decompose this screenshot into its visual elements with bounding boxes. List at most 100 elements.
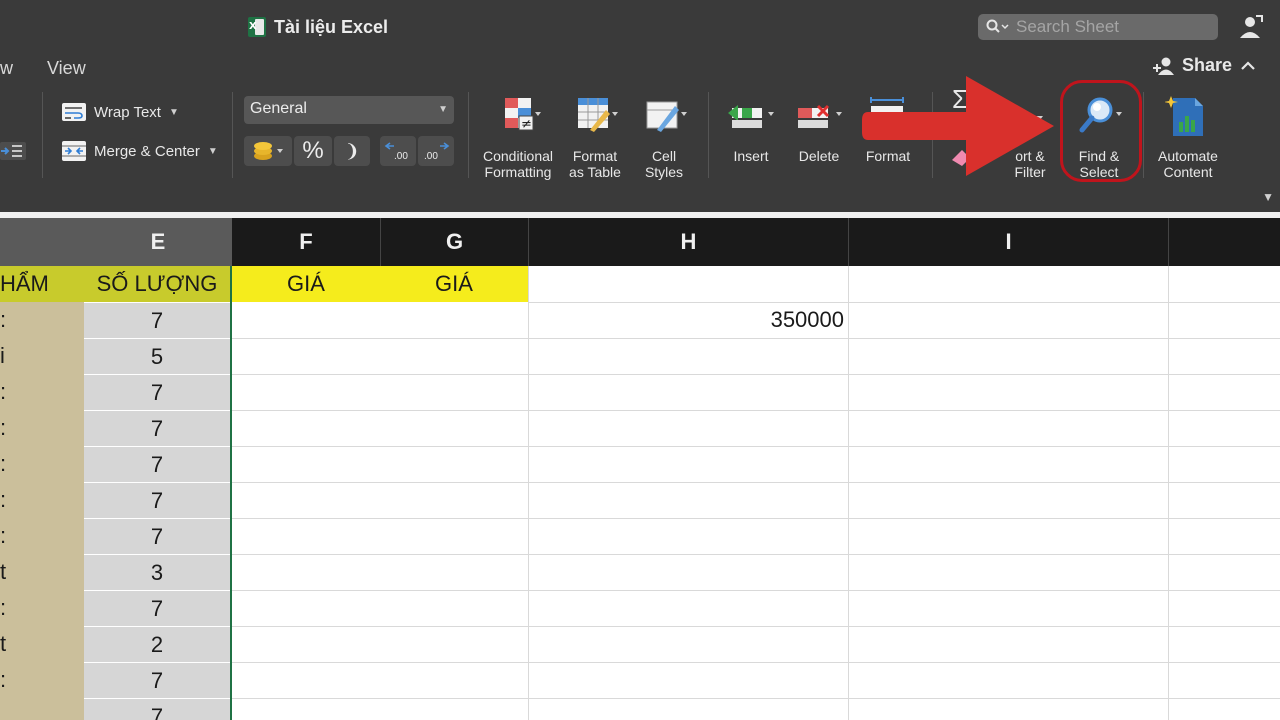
merge-center-button[interactable]: Merge & Center ▼ xyxy=(62,140,218,162)
number-format-select[interactable]: General ▼ xyxy=(244,96,454,124)
wrap-text-icon xyxy=(62,103,86,121)
row-gridline xyxy=(232,698,1280,699)
column-header-i[interactable]: I xyxy=(848,218,1168,266)
cell-d-partial[interactable]: : xyxy=(0,662,84,698)
search-sheet-box[interactable] xyxy=(978,14,1218,40)
tab-review[interactable]: w xyxy=(0,58,13,79)
cell-e-quantity[interactable]: 7 xyxy=(84,482,230,518)
find-select-highlight xyxy=(1060,80,1142,182)
cell-e-quantity-text: 7 xyxy=(150,523,164,549)
cell-styles-line2: Styles xyxy=(644,164,684,180)
cell-d-partial[interactable]: : xyxy=(0,482,84,518)
cell-e-quantity-text: 7 xyxy=(150,595,164,621)
column-header-j[interactable] xyxy=(1168,218,1280,266)
expand-formula-bar-icon[interactable]: ▼ xyxy=(1262,190,1274,204)
indent-icon[interactable] xyxy=(0,140,26,162)
chevron-up-icon[interactable] xyxy=(1240,58,1256,74)
cell-e-quantity[interactable]: 7 xyxy=(84,374,230,410)
conditional-formatting-line2: Formatting xyxy=(484,164,552,180)
cell-d-partial-text: : xyxy=(0,487,7,512)
row-gridline xyxy=(232,518,1280,519)
increase-decimal-icon: .00 xyxy=(384,142,408,162)
cell-e-header[interactable]: SỐ LƯỢNG xyxy=(84,266,230,302)
cell-e-quantity-text: 7 xyxy=(150,703,164,720)
row-gridline xyxy=(232,338,1280,339)
cell-d-partial[interactable]: : xyxy=(0,302,84,338)
cell-e-quantity[interactable]: 7 xyxy=(84,662,230,698)
cell-d-partial[interactable]: : xyxy=(0,518,84,554)
cell-e-quantity[interactable]: 3 xyxy=(84,554,230,590)
cell-e-quantity-text: 7 xyxy=(150,451,164,477)
column-header-e[interactable]: E xyxy=(84,218,232,266)
cell-d-partial[interactable]: : xyxy=(0,446,84,482)
ribbon-divider xyxy=(468,92,469,178)
insert-label: Insert xyxy=(733,148,769,164)
cell-e-quantity[interactable]: 7 xyxy=(84,590,230,626)
cell-d-partial-text: : xyxy=(0,379,7,404)
comma-style-button[interactable]: ❩ xyxy=(334,136,370,166)
insert-cells-icon xyxy=(728,105,774,128)
conditional-formatting-button[interactable]: ≠ Conditional Formatting xyxy=(480,96,556,180)
column-header-f[interactable]: F xyxy=(232,218,380,266)
row-gridline xyxy=(232,374,1280,375)
cell-d-partial[interactable]: i xyxy=(0,338,84,374)
row-gridline xyxy=(232,410,1280,411)
column-gridline xyxy=(528,266,529,720)
cell-d-partial[interactable]: t xyxy=(0,626,84,662)
wrap-text-dropdown-icon: ▼ xyxy=(168,106,179,118)
share-button[interactable]: Share xyxy=(1152,55,1232,76)
increase-decimal-button[interactable]: .00 xyxy=(380,136,416,166)
column-gridline xyxy=(1168,266,1169,720)
cell-e-quantity[interactable]: 7 xyxy=(84,698,230,720)
number-format-dropdown-icon: ▼ xyxy=(438,104,448,115)
cell-d-partial-text: : xyxy=(0,451,7,476)
cell-e-quantity[interactable]: 7 xyxy=(84,410,230,446)
cell-e-quantity[interactable]: 7 xyxy=(84,518,230,554)
format-as-table-button[interactable]: Format as Table xyxy=(562,96,628,180)
percent-style-button[interactable]: % xyxy=(294,136,332,166)
cell-d-partial[interactable]: : xyxy=(0,374,84,410)
cell-d-partial[interactable]: t xyxy=(0,554,84,590)
accounting-format-button[interactable] xyxy=(244,136,292,166)
cell-e-quantity[interactable]: 7 xyxy=(84,302,230,338)
column-header-d[interactable] xyxy=(0,218,84,266)
cell-h-value[interactable]: 350000 xyxy=(530,302,844,338)
cell-e-quantity[interactable]: 5 xyxy=(84,338,230,374)
cell-d-header[interactable]: HẨM xyxy=(0,266,84,302)
format-as-table-line1: Format xyxy=(572,148,618,164)
column-header-g[interactable]: G xyxy=(380,218,528,266)
tab-view[interactable]: View xyxy=(47,58,86,79)
document-title: X Tài liệu Excel xyxy=(248,15,388,39)
cell-g-header-text: GIÁ xyxy=(435,271,473,296)
row-gridline xyxy=(232,590,1280,591)
cell-d-partial-text: : xyxy=(0,595,7,620)
search-sheet-input[interactable] xyxy=(1016,17,1216,37)
column-header-h[interactable]: H xyxy=(528,218,848,266)
conditional-formatting-line1: Conditional xyxy=(482,148,554,164)
cell-e-quantity[interactable]: 7 xyxy=(84,446,230,482)
cell-f-header[interactable]: GIÁ xyxy=(232,266,380,302)
formula-bar[interactable]: ▼ xyxy=(0,184,1280,212)
insert-cells-button[interactable]: Insert xyxy=(722,96,780,164)
cell-e-quantity-text: 2 xyxy=(150,631,164,657)
automate-content-button[interactable]: Automate Content xyxy=(1152,96,1224,180)
cell-styles-button[interactable]: Cell Styles xyxy=(634,96,694,180)
cell-d-partial[interactable]: : xyxy=(0,410,84,446)
cell-g-header[interactable]: GIÁ xyxy=(380,266,528,302)
search-icon xyxy=(986,19,1009,33)
document-title-text: Tài liệu Excel xyxy=(274,16,389,37)
cell-e-header-text: SỐ LƯỢNG xyxy=(96,271,218,296)
row-gridline xyxy=(232,626,1280,627)
cell-d-partial[interactable] xyxy=(0,698,84,720)
cell-e-quantity[interactable]: 2 xyxy=(84,626,230,662)
row-gridline xyxy=(232,662,1280,663)
cell-e-quantity-text: 5 xyxy=(150,343,164,369)
wrap-text-button[interactable]: Wrap Text ▼ xyxy=(62,102,179,122)
cell-d-partial[interactable]: : xyxy=(0,590,84,626)
decrease-decimal-button[interactable]: .00 xyxy=(418,136,454,166)
svg-text:.00: .00 xyxy=(424,151,438,162)
user-account-icon[interactable] xyxy=(1238,14,1264,40)
cell-styles-icon xyxy=(646,101,687,132)
delete-cells-button[interactable]: Delete xyxy=(790,96,848,164)
spreadsheet-grid[interactable]: E F G H I HẨM SỐ LƯỢNG GIÁ GIÁ 350000 : 7… xyxy=(0,218,1280,720)
